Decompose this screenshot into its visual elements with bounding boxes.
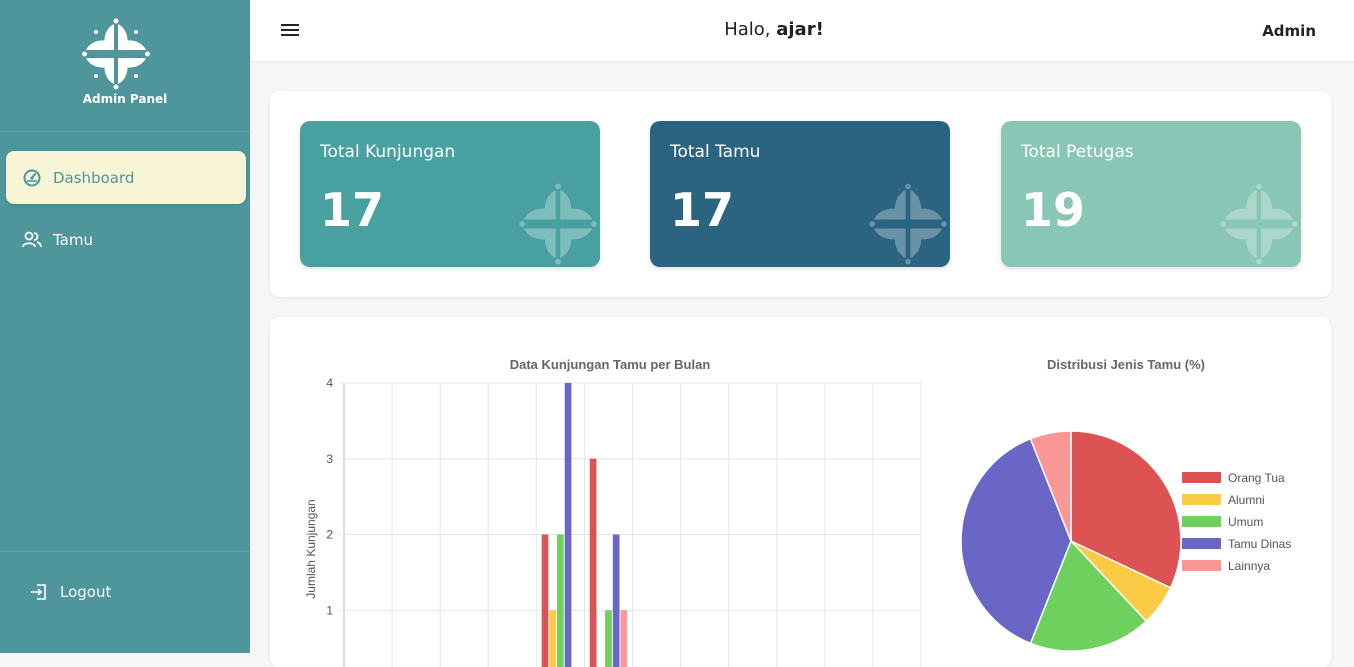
bar-chart-grid: [339, 383, 921, 667]
stat-card-total-tamu: Total Tamu 17: [650, 121, 950, 267]
greeting-user: ajar!: [776, 19, 824, 40]
legend-label: Tamu Dinas: [1228, 537, 1291, 551]
sidebar-item-label: Dashboard: [53, 169, 134, 187]
legend-label: Orang Tua: [1228, 471, 1285, 485]
stats-panel: Total Kunjungan 17 Total Tamu 17 Total P…: [270, 91, 1331, 297]
user-menu[interactable]: Admin: [1262, 22, 1316, 40]
sidebar-item-tamu[interactable]: Tamu: [6, 213, 246, 266]
logout-label: Logout: [60, 583, 111, 601]
y-tick-label: 1: [326, 603, 333, 617]
bar[interactable]: [542, 535, 549, 667]
greeting-prefix: Halo,: [724, 19, 776, 40]
logout-icon: [28, 581, 50, 603]
legend-swatch: [1182, 516, 1221, 527]
flower-watermark-icon: [1219, 183, 1299, 265]
bar[interactable]: [557, 535, 564, 667]
flower-watermark-icon: [868, 183, 948, 265]
legend-swatch: [1182, 472, 1221, 483]
y-tick-label: 4: [326, 376, 333, 390]
bar-chart-title: Data Kunjungan Tamu per Bulan: [510, 357, 711, 372]
y-tick-label: 2: [326, 528, 333, 542]
dashboard-icon: [21, 167, 43, 189]
stat-label: Total Kunjungan: [320, 142, 455, 162]
stat-card-total-kunjungan: Total Kunjungan 17: [300, 121, 600, 267]
stat-value: 17: [320, 183, 384, 237]
legend-label: Umum: [1228, 515, 1263, 529]
pie-chart-legend[interactable]: Orang Tua Alumni Umum Tamu Dinas Lainnya: [1182, 471, 1291, 573]
stat-value: 19: [1021, 183, 1085, 237]
bar[interactable]: [613, 535, 620, 667]
legend-label: Alumni: [1228, 493, 1265, 507]
legend-swatch: [1182, 560, 1221, 571]
stat-value: 17: [670, 183, 734, 237]
sidebar: Admin Panel Dashboard Tamu Logout: [0, 0, 250, 653]
legend-label: Lainnya: [1228, 559, 1270, 573]
bar-chart-ylabel: Jumlah Kunjungan: [304, 499, 318, 598]
bar[interactable]: [565, 383, 572, 667]
top-header: Halo, ajar! Admin: [250, 0, 1354, 61]
flower-logo-icon: [82, 18, 150, 90]
pie-chart: Distribusi Jenis Tamu (%) Orang Tua Alumn…: [930, 317, 1350, 667]
legend-swatch: [1182, 538, 1221, 549]
flower-watermark-icon: [518, 183, 598, 265]
divider: [0, 551, 250, 552]
bar-chart: Data Kunjungan Tamu per Bulan Jumlah Kun…: [270, 317, 930, 667]
y-tick-label: 3: [326, 452, 333, 466]
stat-label: Total Tamu: [670, 142, 760, 162]
brand-title: Admin Panel: [0, 92, 250, 106]
bar[interactable]: [620, 610, 627, 667]
pie-chart-title: Distribusi Jenis Tamu (%): [1047, 357, 1205, 372]
pie-chart-slices: [961, 431, 1181, 651]
logout-button[interactable]: Logout: [28, 578, 111, 606]
bar-chart-yticks: 1 2 3 4: [326, 376, 333, 617]
bar[interactable]: [590, 459, 597, 667]
sidebar-item-label: Tamu: [53, 231, 93, 249]
bar[interactable]: [549, 610, 556, 667]
legend-swatch: [1182, 494, 1221, 505]
bar[interactable]: [605, 610, 612, 667]
stat-label: Total Petugas: [1021, 142, 1134, 162]
sidebar-item-dashboard[interactable]: Dashboard: [6, 151, 246, 204]
stat-card-total-petugas: Total Petugas 19: [1001, 121, 1301, 267]
users-icon: [21, 229, 43, 251]
greeting-text: Halo, ajar!: [250, 19, 1298, 40]
charts-panel: Data Kunjungan Tamu per Bulan Jumlah Kun…: [270, 317, 1331, 667]
brand: Admin Panel: [0, 0, 250, 132]
